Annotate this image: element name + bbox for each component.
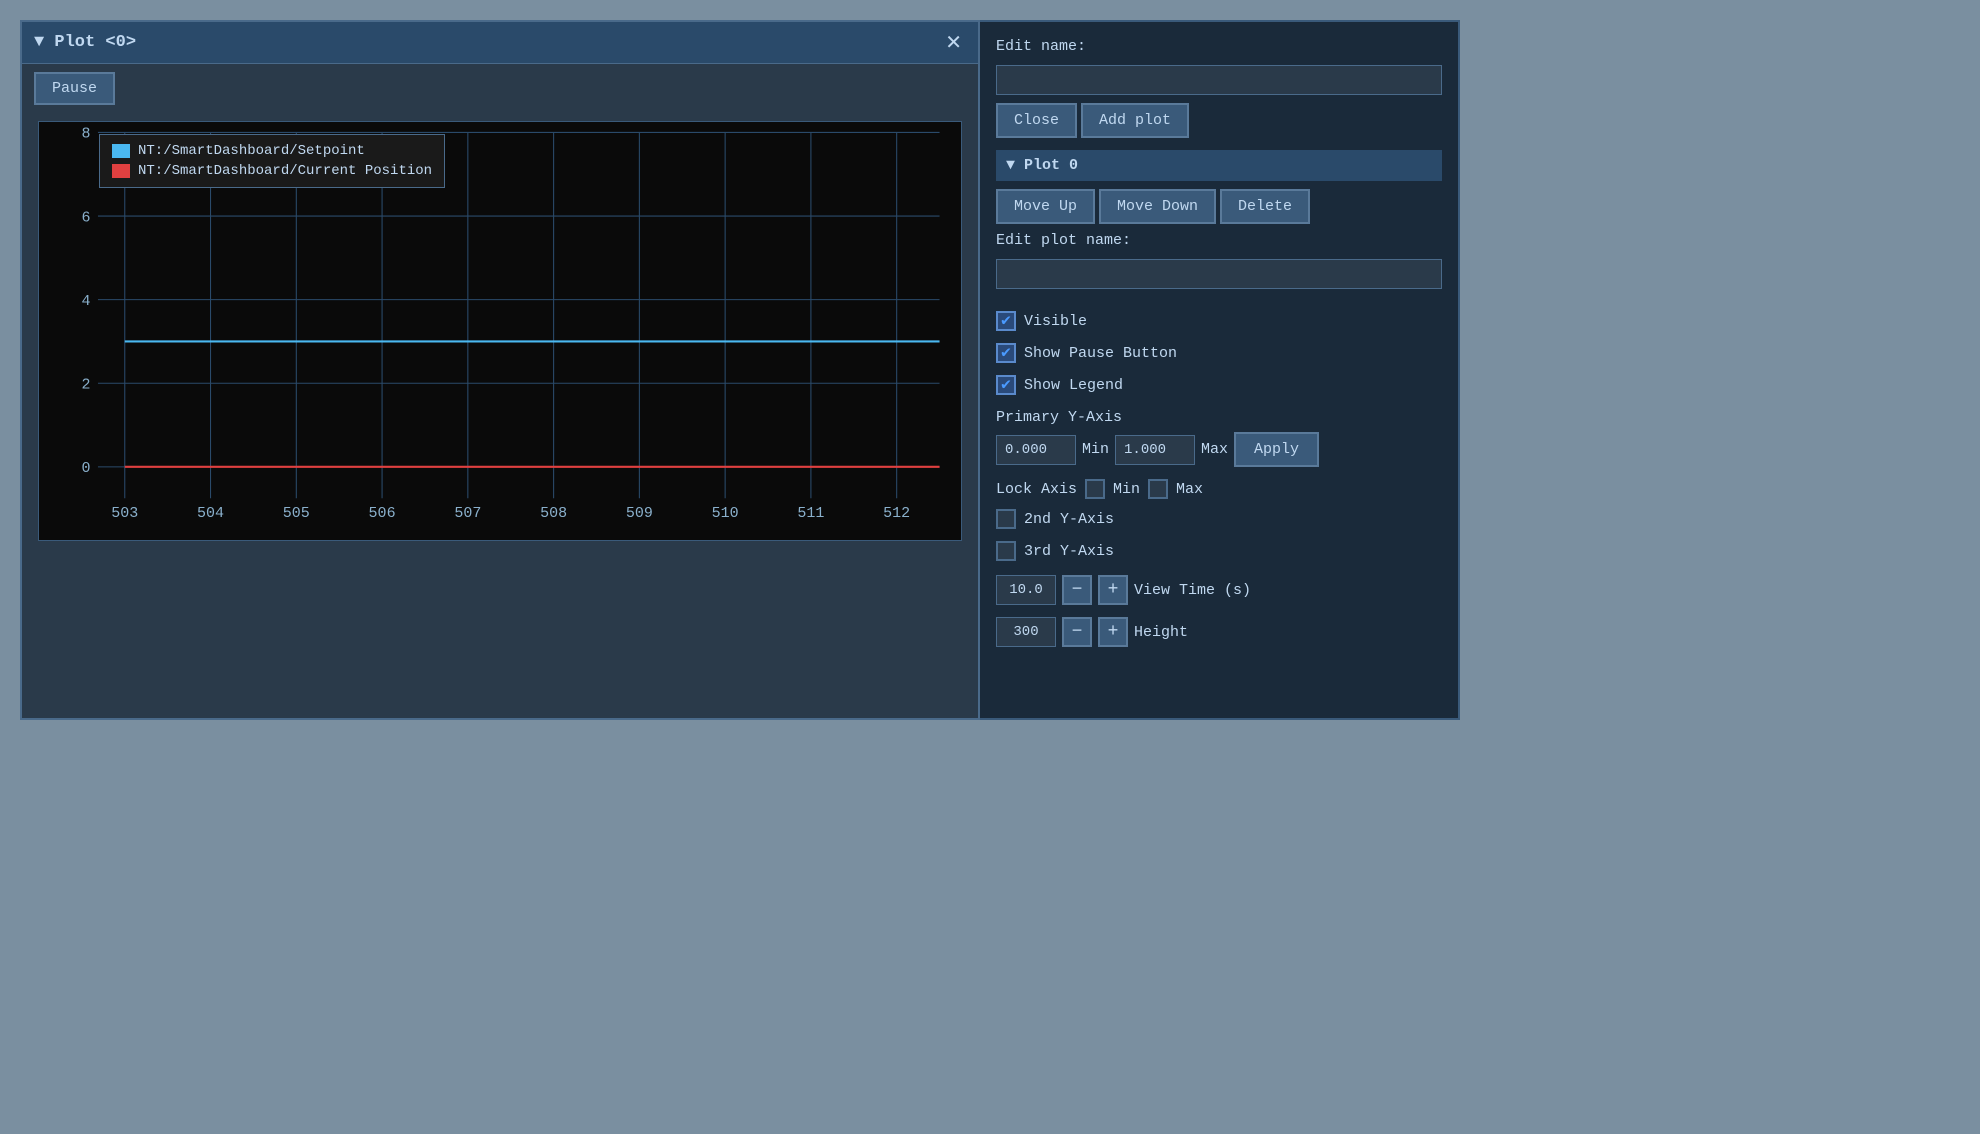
visible-checkmark: ✔ xyxy=(1001,313,1011,329)
svg-text:511: 511 xyxy=(797,506,824,522)
view-time-minus-button[interactable]: − xyxy=(1062,575,1092,605)
y-min-label: Min xyxy=(1082,441,1109,458)
svg-text:8: 8 xyxy=(81,127,90,143)
primary-y-axis-label: Primary Y-Axis xyxy=(996,409,1442,426)
edit-plot-name-label: Edit plot name: xyxy=(996,232,1442,249)
third-y-axis-label: 3rd Y-Axis xyxy=(1024,543,1114,560)
show-legend-checkbox[interactable]: ✔ xyxy=(996,375,1016,395)
lock-axis-label: Lock Axis xyxy=(996,481,1077,498)
plot-section-header: ▼ Plot 0 xyxy=(996,150,1442,181)
apply-button[interactable]: Apply xyxy=(1234,432,1319,467)
y-min-input[interactable] xyxy=(996,435,1076,465)
svg-text:508: 508 xyxy=(540,506,567,522)
height-minus-button[interactable]: − xyxy=(1062,617,1092,647)
svg-text:4: 4 xyxy=(81,294,90,310)
y-max-label: Max xyxy=(1201,441,1228,458)
show-legend-row: ✔ Show Legend xyxy=(996,373,1442,397)
svg-text:509: 509 xyxy=(626,506,653,522)
view-time-plus-button[interactable]: + xyxy=(1098,575,1128,605)
add-plot-button[interactable]: Add plot xyxy=(1081,103,1189,138)
plot-title: ▼ Plot <0> xyxy=(34,33,136,52)
svg-text:512: 512 xyxy=(883,506,910,522)
height-label: Height xyxy=(1134,624,1188,641)
svg-text:2: 2 xyxy=(81,378,90,394)
edit-plot-name-input[interactable] xyxy=(996,259,1442,289)
show-legend-label: Show Legend xyxy=(1024,377,1123,394)
lock-axis-row: Lock Axis Min Max xyxy=(996,479,1442,499)
visible-row: ✔ Visible xyxy=(996,309,1442,333)
svg-text:6: 6 xyxy=(81,210,90,226)
edit-name-label: Edit name: xyxy=(996,38,1442,55)
second-y-axis-row: 2nd Y-Axis xyxy=(996,507,1442,531)
svg-text:507: 507 xyxy=(454,506,481,522)
legend-label-setpoint: NT:/SmartDashboard/Setpoint xyxy=(138,143,365,159)
lock-min-label: Min xyxy=(1113,481,1140,498)
third-y-axis-checkbox[interactable] xyxy=(996,541,1016,561)
close-button[interactable]: Close xyxy=(996,103,1077,138)
svg-text:510: 510 xyxy=(712,506,739,522)
chart-legend: NT:/SmartDashboard/Setpoint NT:/SmartDas… xyxy=(99,134,445,188)
height-value: 300 xyxy=(996,617,1056,647)
plot-window: ▼ Plot <0> ✕ Pause NT:/SmartDashboard/Se… xyxy=(20,20,980,720)
primary-y-axis-section: Primary Y-Axis Min Max Apply xyxy=(996,409,1442,467)
edit-name-input[interactable] xyxy=(996,65,1442,95)
main-container: ▼ Plot <0> ✕ Pause NT:/SmartDashboard/Se… xyxy=(20,20,1960,720)
edit-panel: Edit name: Close Add plot ▼ Plot 0 Move … xyxy=(980,20,1460,720)
show-pause-row: ✔ Show Pause Button xyxy=(996,341,1442,365)
show-pause-checkmark: ✔ xyxy=(1001,345,1011,361)
visible-label: Visible xyxy=(1024,313,1087,330)
height-row: 300 − + Height xyxy=(996,617,1442,647)
show-pause-checkbox[interactable]: ✔ xyxy=(996,343,1016,363)
legend-label-current: NT:/SmartDashboard/Current Position xyxy=(138,163,432,179)
lock-max-label: Max xyxy=(1176,481,1203,498)
svg-text:503: 503 xyxy=(111,506,138,522)
legend-color-current xyxy=(112,164,130,178)
svg-text:0: 0 xyxy=(81,461,90,477)
move-down-button[interactable]: Move Down xyxy=(1099,189,1216,224)
third-y-axis-row: 3rd Y-Axis xyxy=(996,539,1442,563)
plot-toolbar: Pause xyxy=(22,64,978,113)
legend-item-current: NT:/SmartDashboard/Current Position xyxy=(112,163,432,179)
view-time-label: View Time (s) xyxy=(1134,582,1251,599)
view-time-value: 10.0 xyxy=(996,575,1056,605)
show-legend-checkmark: ✔ xyxy=(1001,377,1011,393)
plot-section-title: ▼ Plot 0 xyxy=(1006,157,1078,174)
second-y-axis-label: 2nd Y-Axis xyxy=(1024,511,1114,528)
pause-button[interactable]: Pause xyxy=(34,72,115,105)
legend-color-setpoint xyxy=(112,144,130,158)
y-max-input[interactable] xyxy=(1115,435,1195,465)
lock-min-checkbox[interactable] xyxy=(1085,479,1105,499)
edit-panel-top-buttons: Close Add plot xyxy=(996,103,1442,138)
y-axis-inputs: Min Max Apply xyxy=(996,432,1442,467)
close-x-button[interactable]: ✕ xyxy=(941,30,966,55)
plot-titlebar: ▼ Plot <0> ✕ xyxy=(22,22,978,64)
svg-text:505: 505 xyxy=(283,506,310,522)
visible-checkbox[interactable]: ✔ xyxy=(996,311,1016,331)
delete-button[interactable]: Delete xyxy=(1220,189,1310,224)
svg-text:506: 506 xyxy=(369,506,396,522)
second-y-axis-checkbox[interactable] xyxy=(996,509,1016,529)
legend-item-setpoint: NT:/SmartDashboard/Setpoint xyxy=(112,143,432,159)
lock-max-checkbox[interactable] xyxy=(1148,479,1168,499)
svg-text:504: 504 xyxy=(197,506,224,522)
move-up-button[interactable]: Move Up xyxy=(996,189,1095,224)
show-pause-label: Show Pause Button xyxy=(1024,345,1177,362)
height-plus-button[interactable]: + xyxy=(1098,617,1128,647)
plot-action-buttons: Move Up Move Down Delete xyxy=(996,189,1442,224)
view-time-row: 10.0 − + View Time (s) xyxy=(996,575,1442,605)
chart-area: NT:/SmartDashboard/Setpoint NT:/SmartDas… xyxy=(38,121,962,541)
